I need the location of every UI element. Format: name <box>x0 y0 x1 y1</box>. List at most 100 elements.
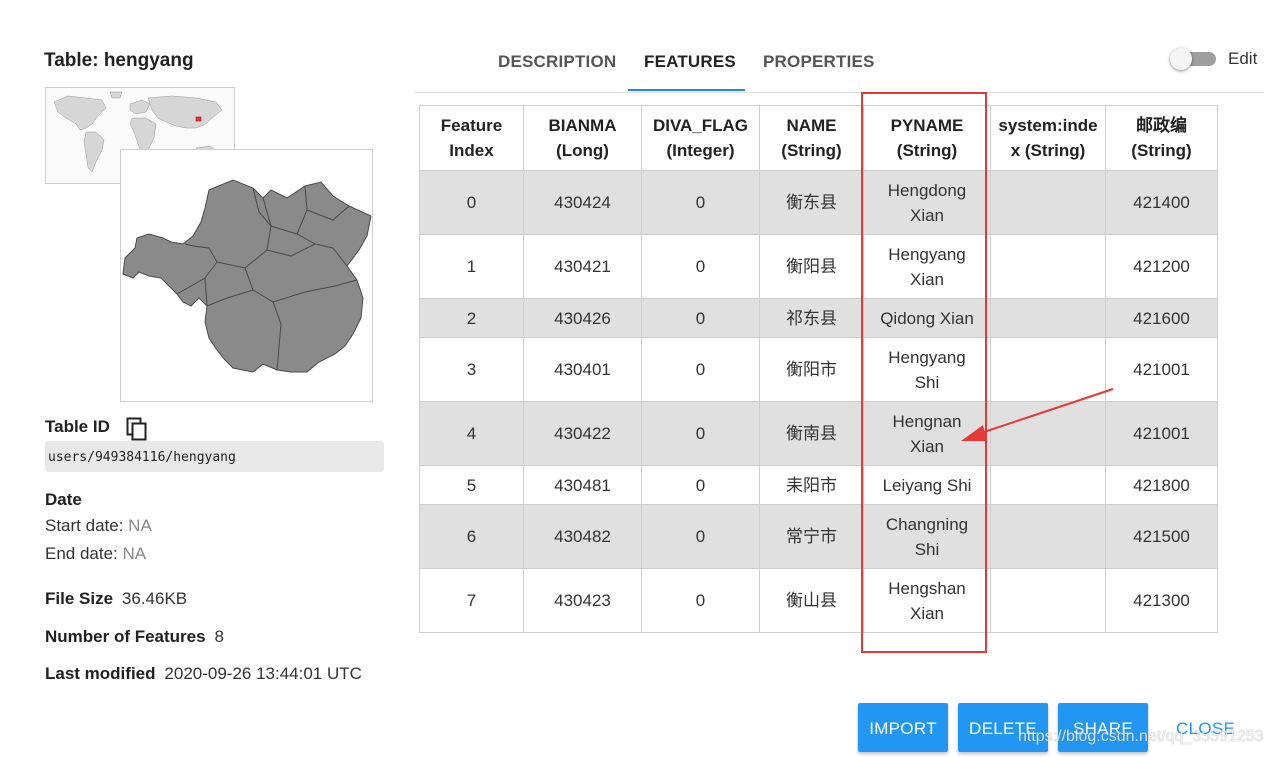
table-row: 2 430426 0 祁东县 Qidong Xian 421600 <box>419 298 1218 338</box>
cell-postal: 421200 <box>1105 234 1218 299</box>
start-date-row: Start date: NA <box>45 516 152 536</box>
cell-postal: 421600 <box>1105 298 1218 338</box>
cell-postal: 421300 <box>1105 568 1218 633</box>
header-line: (Integer) <box>666 141 735 160</box>
table-header-row: Feature Index BIANMA (Long) DIVA_FLAG (Inte… <box>419 105 1218 171</box>
active-tab-indicator <box>628 89 745 91</box>
number-of-features-label: Number of Features <box>45 627 206 646</box>
share-button[interactable]: SHARE <box>1058 703 1148 752</box>
cell-name: 耒阳市 <box>759 465 864 505</box>
tab-features[interactable]: FEATURES <box>644 52 736 72</box>
cell-name: 衡阳市 <box>759 337 864 402</box>
last-modified-value: 2020-09-26 13:44:01 UTC <box>164 664 362 683</box>
cell-index: 3 <box>419 337 524 402</box>
cell-diva-flag: 0 <box>641 170 760 235</box>
pyname-line: Xian <box>909 603 945 623</box>
table-row: 0 430424 0 衡东县 Hengdong Xian 421400 <box>419 170 1218 235</box>
tab-properties[interactable]: PROPERTIES <box>763 52 875 72</box>
header-pyname: PYNAME (String) <box>863 105 991 171</box>
last-modified-label: Last modified <box>45 664 156 683</box>
cell-system-index <box>990 170 1106 235</box>
cell-system-index <box>990 504 1106 569</box>
table-title: Table: hengyang <box>44 50 194 71</box>
header-line: Feature <box>440 116 503 135</box>
close-button[interactable]: CLOSE <box>1176 703 1235 752</box>
cell-bianma: 430482 <box>523 504 642 569</box>
table-row: 1 430421 0 衡阳县 Hengyang Xian 421200 <box>419 234 1218 299</box>
edit-toggle[interactable] <box>1170 48 1216 70</box>
pyname-line: Hengnan <box>892 411 962 431</box>
cell-postal: 421500 <box>1105 504 1218 569</box>
cell-name: 常宁市 <box>759 504 864 569</box>
cell-pyname: Leiyang Shi <box>863 465 991 505</box>
cell-bianma: 430421 <box>523 234 642 299</box>
pyname-line: Hengdong <box>887 180 967 200</box>
header-line: (Long) <box>556 141 609 160</box>
header-line: PYNAME <box>890 116 964 135</box>
cell-name: 祁东县 <box>759 298 864 338</box>
header-line: system:inde <box>998 116 1098 135</box>
pyname-line: Shi <box>914 372 940 392</box>
header-name: NAME (String) <box>759 105 864 171</box>
pyname-line: Hengshan <box>888 578 966 598</box>
table-row: 5 430481 0 耒阳市 Leiyang Shi 421800 <box>419 465 1218 505</box>
cell-bianma: 430422 <box>523 401 642 466</box>
cell-index: 6 <box>419 504 524 569</box>
pyname-line: Xian <box>909 436 945 456</box>
end-date-value: NA <box>122 544 147 563</box>
cell-bianma: 430423 <box>523 568 642 633</box>
tab-description[interactable]: DESCRIPTION <box>498 52 616 72</box>
table-id-value[interactable]: users/949384116/hengyang <box>45 441 384 472</box>
cell-bianma: 430401 <box>523 337 642 402</box>
cell-bianma: 430424 <box>523 170 642 235</box>
number-of-features-value: 8 <box>214 627 224 646</box>
cell-pyname: Hengnan Xian <box>863 401 991 466</box>
edit-label: Edit <box>1228 49 1258 68</box>
cell-name: 衡山县 <box>759 568 864 633</box>
pyname-line: Shi <box>914 539 940 559</box>
pyname-line: Leiyang Shi <box>882 475 972 495</box>
table-row: 7 430423 0 衡山县 Hengshan Xian 421300 <box>419 568 1218 633</box>
cell-system-index <box>990 465 1106 505</box>
pyname-line: Qidong Xian <box>880 308 974 328</box>
file-size-value: 36.46KB <box>121 589 188 608</box>
cell-index: 5 <box>419 465 524 505</box>
header-line: BIANMA <box>548 116 617 135</box>
toggle-knob <box>1170 48 1192 70</box>
cell-system-index <box>990 234 1106 299</box>
cell-system-index <box>990 298 1106 338</box>
end-date-row: End date: NA <box>45 544 146 564</box>
cell-pyname: Hengshan Xian <box>863 568 991 633</box>
cell-index: 4 <box>419 401 524 466</box>
copy-icon[interactable] <box>126 417 148 441</box>
cell-index: 2 <box>419 298 524 338</box>
number-of-features-row: Number of Features 8 <box>45 627 224 647</box>
cell-pyname: Hengyang Xian <box>863 234 991 299</box>
header-line: 邮政编 <box>1136 116 1187 135</box>
cell-diva-flag: 0 <box>641 298 760 338</box>
cell-diva-flag: 0 <box>641 401 760 466</box>
header-line: (String) <box>896 141 958 160</box>
features-table: Feature Index BIANMA (Long) DIVA_FLAG (Inte… <box>419 105 1218 633</box>
delete-button[interactable]: DELETE <box>958 703 1048 752</box>
cell-index: 0 <box>419 170 524 235</box>
header-system-index: system:inde x (String) <box>990 105 1106 171</box>
table-row: 4 430422 0 衡南县 Hengnan Xian 421001 <box>419 401 1218 466</box>
cell-postal: 421001 <box>1105 337 1218 402</box>
header-feature-index: Feature Index <box>419 105 524 171</box>
last-modified-row: Last modified 2020-09-26 13:44:01 UTC <box>45 664 362 684</box>
import-button[interactable]: IMPORT <box>858 703 948 752</box>
header-line: (String) <box>1131 141 1192 160</box>
header-postal-code: 邮政编 (String) <box>1105 105 1218 171</box>
file-size-row: File Size 36.46KB <box>45 589 187 609</box>
cell-pyname: Hengyang Shi <box>863 337 991 402</box>
cell-diva-flag: 0 <box>641 465 760 505</box>
header-line: NAME <box>786 116 837 135</box>
table-id-label: Table ID <box>45 417 110 436</box>
cell-diva-flag: 0 <box>641 568 760 633</box>
cell-bianma: 430481 <box>523 465 642 505</box>
cell-index: 1 <box>419 234 524 299</box>
cell-pyname: Hengdong Xian <box>863 170 991 235</box>
cell-diva-flag: 0 <box>641 337 760 402</box>
table-row: 3 430401 0 衡阳市 Hengyang Shi 421001 <box>419 337 1218 402</box>
